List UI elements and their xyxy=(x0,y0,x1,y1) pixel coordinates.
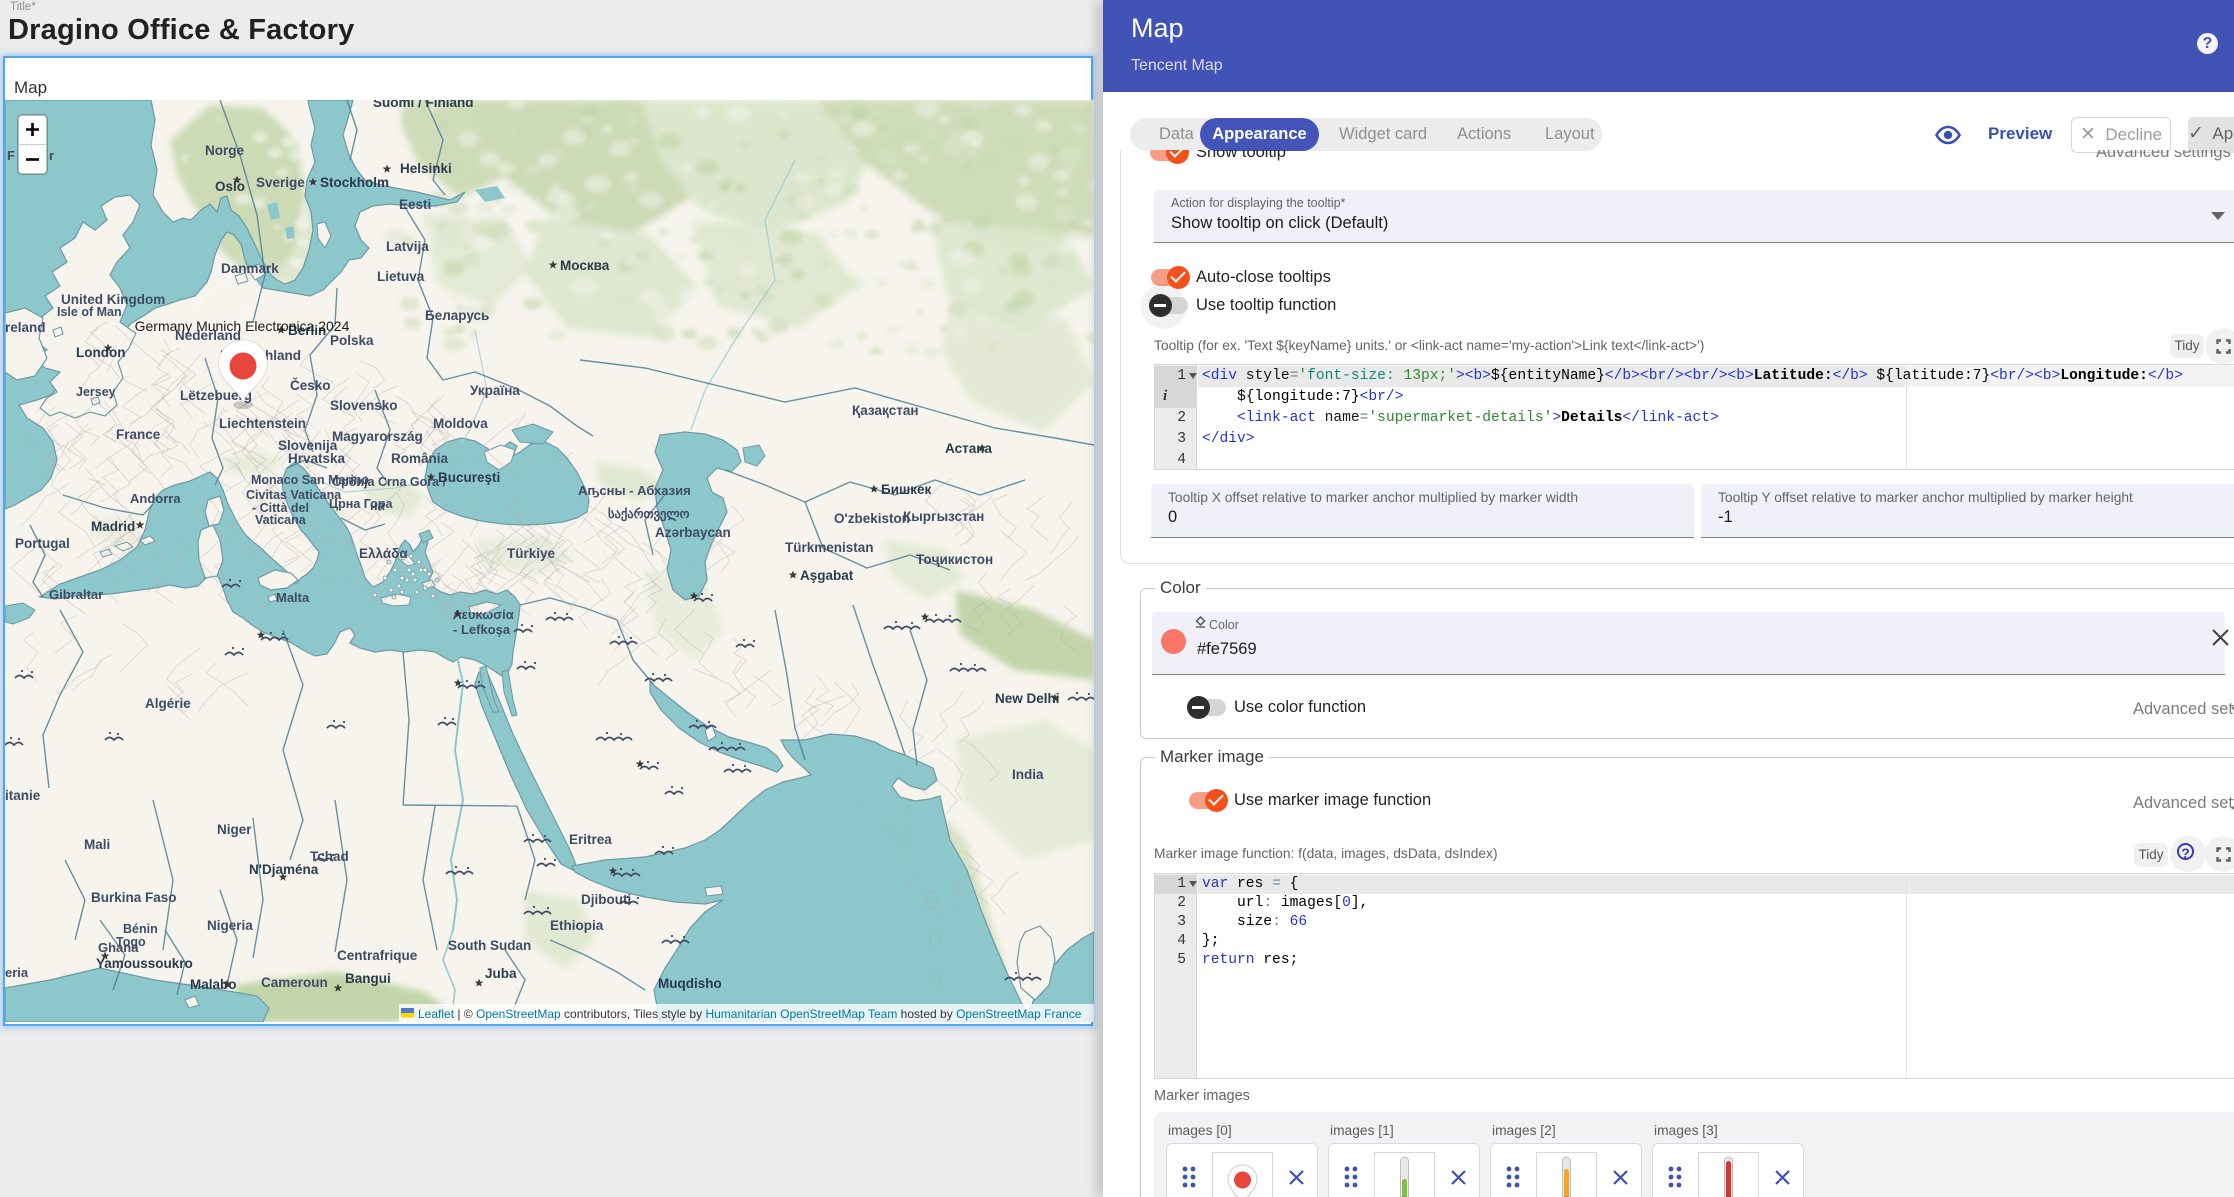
svg-text:Λευκωσία: Λευκωσία xyxy=(453,607,514,622)
svg-text:Liechtenstein: Liechtenstein xyxy=(219,416,306,431)
svg-text:New Delhi: New Delhi xyxy=(995,691,1060,706)
svg-text:Yamoussoukro: Yamoussoukro xyxy=(96,956,193,971)
svg-text:India: India xyxy=(1012,767,1044,782)
svg-text:Latvija: Latvija xyxy=(386,239,429,254)
svg-text:Danmark: Danmark xyxy=(221,261,279,276)
svg-text:Portugal: Portugal xyxy=(15,536,70,551)
svg-text:Azərbaycan: Azərbaycan xyxy=(655,525,731,540)
svg-text:Algérie: Algérie xyxy=(145,696,191,711)
svg-text:Vaticana: Vaticana xyxy=(255,513,307,527)
svg-text:Bucureşti: Bucureşti xyxy=(438,470,500,485)
svg-text:Москва: Москва xyxy=(560,258,610,273)
svg-text:N'Djaména: N'Djaména xyxy=(249,862,319,877)
svg-text:Türkmenistan: Türkmenistan xyxy=(785,540,874,555)
svg-text:Bangui: Bangui xyxy=(345,971,391,986)
svg-text:Қазақстан: Қазақстан xyxy=(852,403,919,418)
svg-text:Bénin: Bénin xyxy=(123,922,158,936)
svg-text:itanie: itanie xyxy=(5,788,41,803)
svg-text:Muqdisho: Muqdisho xyxy=(658,976,722,991)
svg-text:Аҧсны - Абхазия: Аҧсны - Абхазия xyxy=(578,483,691,498)
svg-text:Ethiopia: Ethiopia xyxy=(550,918,604,933)
svg-text:Germany Munich Electronica 202: Germany Munich Electronica 2024 xyxy=(135,318,350,334)
svg-text:Бишкек: Бишкек xyxy=(881,482,932,497)
svg-text:Leaflet | © OpenStreetMap cont: Leaflet | © OpenStreetMap contributors, … xyxy=(418,1007,1082,1021)
svg-text:F: F xyxy=(7,148,15,163)
svg-text:Кыргызстан: Кыргызстан xyxy=(903,509,984,524)
svg-text:Eesti: Eesti xyxy=(399,197,431,212)
svg-text:Slovensko: Slovensko xyxy=(330,398,398,413)
svg-text:Moldova: Moldova xyxy=(433,416,488,431)
svg-text:Україна: Україна xyxy=(470,383,520,398)
svg-text:South Sudan: South Sudan xyxy=(448,938,531,953)
svg-text:Oslo: Oslo xyxy=(215,179,245,194)
svg-text:Stockholm: Stockholm xyxy=(320,175,389,190)
svg-text:Norge: Norge xyxy=(205,143,244,158)
svg-text:Тоҷикистон: Тоҷикистон xyxy=(916,552,993,567)
svg-text:Suomi / Finland: Suomi / Finland xyxy=(373,100,474,110)
svg-text:Cameroun: Cameroun xyxy=(261,975,328,990)
svg-text:Madrid: Madrid xyxy=(91,519,135,534)
svg-text:Djibouti: Djibouti xyxy=(581,892,631,907)
svg-text:Helsinki: Helsinki xyxy=(400,161,452,176)
svg-text:на: на xyxy=(370,499,386,513)
svg-text:France: France xyxy=(116,427,161,442)
svg-text:Magyarország: Magyarország xyxy=(332,429,423,444)
svg-text:Eritrea: Eritrea xyxy=(569,832,612,847)
svg-text:r: r xyxy=(49,148,54,163)
svg-text:Lietuva: Lietuva xyxy=(377,269,425,284)
svg-text:Ελλάδα: Ελλάδα xyxy=(359,546,408,561)
svg-text:Juba: Juba xyxy=(485,966,517,981)
svg-text:Malta: Malta xyxy=(276,590,310,605)
svg-text:Gibraltar: Gibraltar xyxy=(49,587,103,602)
svg-text:Česko: Česko xyxy=(290,378,331,393)
svg-text:Isle of Man: Isle of Man xyxy=(57,305,122,319)
svg-text:Malabo: Malabo xyxy=(190,977,237,992)
svg-text:Беларусь: Беларусь xyxy=(425,308,489,323)
svg-text:Ghana: Ghana xyxy=(98,940,139,955)
svg-text:eria: eria xyxy=(5,965,29,980)
svg-text:Centrafrique: Centrafrique xyxy=(337,948,418,963)
svg-text:Burkina Faso: Burkina Faso xyxy=(91,890,177,905)
svg-text:Астана: Астана xyxy=(945,441,992,456)
svg-text:Mali: Mali xyxy=(84,837,110,852)
svg-text:Aşgabat: Aşgabat xyxy=(800,568,854,583)
svg-text:România: România xyxy=(391,451,449,466)
svg-text:Nigeria: Nigeria xyxy=(207,918,253,933)
svg-text:Jersey: Jersey xyxy=(76,385,116,399)
svg-text:London: London xyxy=(76,345,125,360)
svg-text:reland: reland xyxy=(5,320,46,335)
svg-text:Andorra: Andorra xyxy=(130,491,181,506)
svg-text:- Lefkoşa: - Lefkoşa xyxy=(453,622,511,637)
svg-text:Türkiye: Türkiye xyxy=(507,546,556,561)
svg-text:Civitas Vaticana: Civitas Vaticana xyxy=(246,488,342,502)
svg-text:O'zbekiston: O'zbekiston xyxy=(834,511,910,526)
svg-text:Polska: Polska xyxy=(330,333,374,348)
svg-text:Niger: Niger xyxy=(217,822,252,837)
svg-text:Hrvatska: Hrvatska xyxy=(288,451,346,466)
svg-text:საქართველო: საქართველო xyxy=(608,506,690,522)
svg-text:Sverige: Sverige xyxy=(256,175,305,190)
